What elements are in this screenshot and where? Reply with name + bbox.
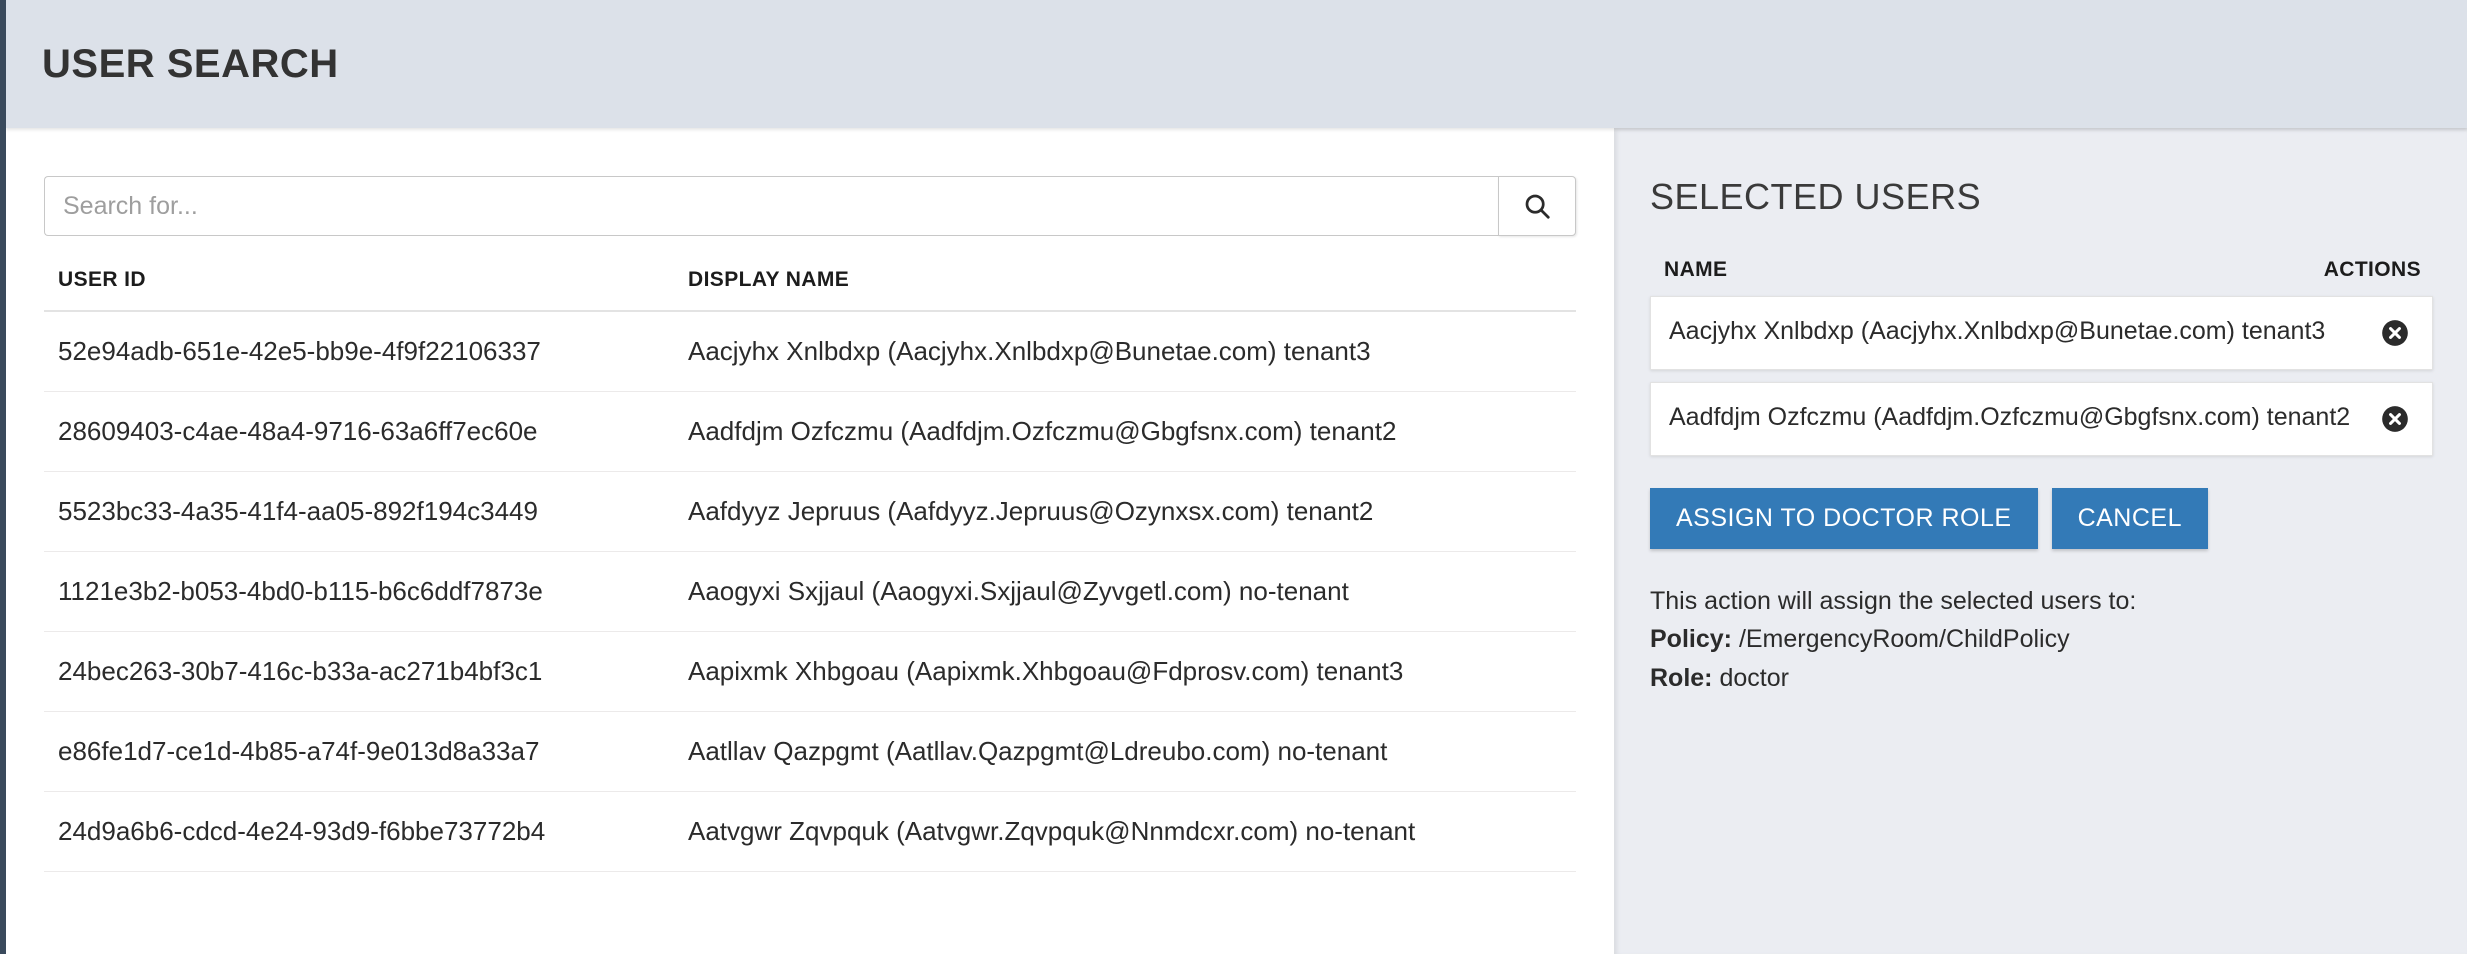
assign-to-doctor-role-button[interactable]: Assign to doctor role <box>1650 488 2038 549</box>
column-header-user-id: USER ID <box>44 252 674 312</box>
column-header-display-name: DISPLAY NAME <box>674 252 1576 312</box>
page-header: User Search <box>6 0 2467 128</box>
selected-users-list: Aacjyhx Xnlbdxp (Aacjyhx.Xnlbdxp@Bunetae… <box>1650 296 2433 456</box>
cell-display-name: Aatllav Qazpgmt (Aatllav.Qazpgmt@Ldreubo… <box>674 711 1576 792</box>
table-row[interactable]: 1121e3b2-b053-4bd0-b115-b6c6ddf7873e Aaog… <box>44 551 1576 632</box>
results-header-row: USER ID DISPLAY NAME <box>44 252 1576 312</box>
assignment-footnote: This action will assign the selected use… <box>1650 583 2433 696</box>
table-row[interactable]: 28609403-c4ae-48a4-9716-63a6ff7ec60e Aadf… <box>44 391 1576 472</box>
search-button[interactable] <box>1498 176 1576 236</box>
cell-display-name: Aacjyhx Xnlbdxp (Aacjyhx.Xnlbdxp@Bunetae… <box>674 311 1576 392</box>
cell-display-name: Aapixmk Xhbgoau (Aapixmk.Xhbgoau@Fdprosv… <box>674 631 1576 712</box>
cell-user-id: 5523bc33-4a35-41f4-aa05-892f194c3449 <box>44 471 674 552</box>
footnote-policy-value: /EmergencyRoom/ChildPolicy <box>1738 625 2070 654</box>
selected-user-card: Aadfdjm Ozfczmu (Aadfdjm.Ozfczmu@Gbgfsnx… <box>1650 382 2433 456</box>
body-split: USER ID DISPLAY NAME 52e94adb-651e-42e5-… <box>6 128 2467 954</box>
table-row[interactable]: 24bec263-30b7-416c-b33a-ac271b4bf3c1 Aapi… <box>44 631 1576 712</box>
results-table-head: USER ID DISPLAY NAME <box>44 252 1576 312</box>
selected-actions-row: Assign to doctor role Cancel <box>1650 488 2433 549</box>
selected-column-header-name: NAME <box>1664 258 1728 281</box>
selected-user-label: Aacjyhx Xnlbdxp (Aacjyhx.Xnlbdxp@Bunetae… <box>1669 317 2326 345</box>
selected-column-header-actions: ACTIONS <box>2323 258 2421 281</box>
cell-display-name: Aaogyxi Sxjjaul (Aaogyxi.Sxjjaul@Zyvgetl… <box>674 551 1576 632</box>
selected-users-header: NAME ACTIONS <box>1650 258 2433 296</box>
results-table-body: 52e94adb-651e-42e5-bb9e-4f9f22106337 Aacj… <box>44 311 1576 872</box>
remove-circle-icon <box>2381 319 2409 350</box>
selected-user-card: Aacjyhx Xnlbdxp (Aacjyhx.Xnlbdxp@Bunetae… <box>1650 296 2433 370</box>
remove-circle-icon <box>2381 405 2409 436</box>
footnote-role-value: doctor <box>1719 663 1789 692</box>
selected-user-label: Aadfdjm Ozfczmu (Aadfdjm.Ozfczmu@Gbgfsnx… <box>1669 403 2351 431</box>
remove-selected-user-button[interactable] <box>2380 319 2410 349</box>
footnote-policy: Policy: /EmergencyRoom/ChildPolicy <box>1650 621 2433 657</box>
search-row <box>44 176 1576 236</box>
cell-user-id: 28609403-c4ae-48a4-9716-63a6ff7ec60e <box>44 391 674 472</box>
footnote-role: Role: doctor <box>1650 660 2433 696</box>
page-title: User Search <box>42 41 339 86</box>
selected-users-pane: Selected Users NAME ACTIONS Aacjyhx Xnlb… <box>1614 128 2467 954</box>
search-input[interactable] <box>44 176 1498 236</box>
cell-user-id: 52e94adb-651e-42e5-bb9e-4f9f22106337 <box>44 311 674 392</box>
footnote-policy-label: Policy: <box>1650 625 1732 654</box>
search-icon <box>1522 191 1552 221</box>
selected-users-title: Selected Users <box>1650 176 1982 217</box>
table-row[interactable]: 5523bc33-4a35-41f4-aa05-892f194c3449 Aafd… <box>44 471 1576 552</box>
table-row[interactable]: 52e94adb-651e-42e5-bb9e-4f9f22106337 Aacj… <box>44 311 1576 392</box>
cancel-button[interactable]: Cancel <box>2051 488 2208 549</box>
cell-display-name: Aafdyyz Jepruus (Aafdyyz.Jepruus@Ozynxsx… <box>674 471 1576 552</box>
cell-display-name: Aadfdjm Ozfczmu (Aadfdjm.Ozfczmu@Gbgfsnx… <box>674 391 1576 472</box>
cell-display-name: Aatvgwr Zqvpquk (Aatvgwr.Zqvpquk@Nnmdcxr… <box>674 791 1576 872</box>
footnote-intro: This action will assign the selected use… <box>1650 587 2137 615</box>
search-results-pane: USER ID DISPLAY NAME 52e94adb-651e-42e5-… <box>6 128 1614 954</box>
table-row[interactable]: e86fe1d7-ce1d-4b85-a74f-9e013d8a33a7 Aatl… <box>44 711 1576 792</box>
cell-user-id: 24d9a6b6-cdcd-4e24-93d9-f6bbe73772b4 <box>44 791 674 872</box>
cell-user-id: 1121e3b2-b053-4bd0-b115-b6c6ddf7873e <box>44 551 674 632</box>
cell-user-id: e86fe1d7-ce1d-4b85-a74f-9e013d8a33a7 <box>44 711 674 792</box>
footnote-role-label: Role: <box>1650 663 1713 692</box>
results-table: USER ID DISPLAY NAME 52e94adb-651e-42e5-… <box>44 252 1576 872</box>
cell-user-id: 24bec263-30b7-416c-b33a-ac271b4bf3c1 <box>44 631 674 712</box>
table-row[interactable]: 24d9a6b6-cdcd-4e24-93d9-f6bbe73772b4 Aatv… <box>44 791 1576 872</box>
user-search-page: User Search USER ID <box>0 0 2467 954</box>
remove-selected-user-button[interactable] <box>2380 405 2410 435</box>
